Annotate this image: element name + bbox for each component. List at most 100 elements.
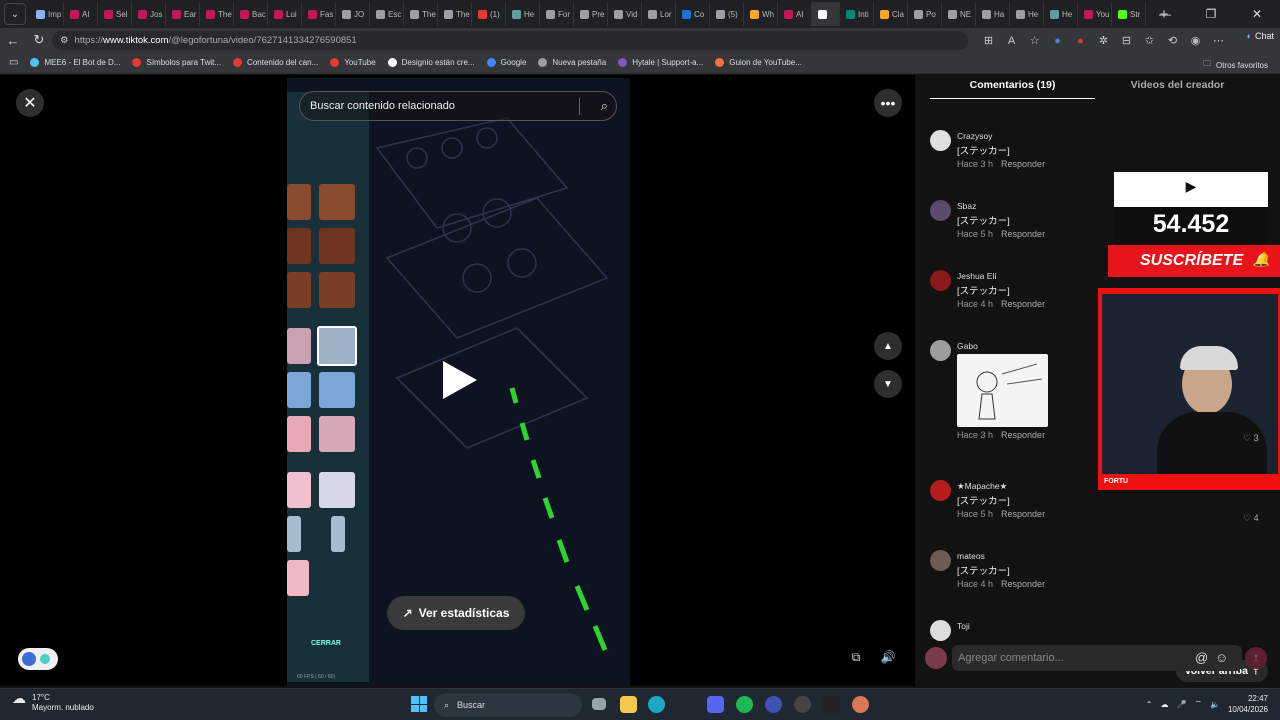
related-search-input[interactable]: Buscar contenido relacionado ⌕ <box>299 91 617 121</box>
browser-tab[interactable]: NE <box>942 2 976 26</box>
commenter-avatar[interactable] <box>930 200 951 221</box>
extension-blue-icon[interactable]: ● <box>1047 30 1068 51</box>
history-icon[interactable]: ⟲ <box>1162 30 1183 51</box>
browser-tab[interactable]: Po <box>908 2 942 26</box>
browser-tab[interactable]: Bac <box>234 2 268 26</box>
favorites-icon[interactable]: ✩ <box>1139 30 1160 51</box>
browser-tab[interactable]: Fas <box>302 2 336 26</box>
reload-icon[interactable]: ↻ <box>26 29 52 51</box>
obs-icon[interactable] <box>794 696 811 713</box>
windows-start-icon[interactable] <box>411 696 427 712</box>
commenter-avatar[interactable] <box>930 340 951 361</box>
copilot-chat-button[interactable]: ◐ Chat <box>1247 31 1274 41</box>
reply-button[interactable]: Responder <box>1001 430 1045 440</box>
browser-tab[interactable]: He <box>1010 2 1044 26</box>
restore-icon[interactable]: ❐ <box>1188 0 1234 28</box>
volume-icon[interactable]: 🔊 <box>876 645 900 669</box>
commenter-avatar[interactable] <box>930 480 951 501</box>
browser-tab[interactable]: For <box>540 2 574 26</box>
browser-tab[interactable]: He <box>506 2 540 26</box>
browser-tab[interactable]: Str <box>1112 2 1146 26</box>
more-menu-icon[interactable]: ⋯ <box>1208 30 1229 51</box>
browser-tab[interactable]: Pre <box>574 2 608 26</box>
browser-tab[interactable]: Ha <box>976 2 1010 26</box>
app-icon[interactable] <box>765 696 782 713</box>
network-icon[interactable]: ☁ <box>1160 700 1168 709</box>
commenter-name[interactable]: Sbaz <box>957 201 976 211</box>
site-info-icon[interactable]: ⚙ <box>60 35 69 46</box>
like-count[interactable]: ♡ 4 <box>1243 513 1259 524</box>
browser-tab[interactable]: Jos <box>132 2 166 26</box>
tab-search-button[interactable]: ⌄ <box>4 3 26 25</box>
claude-icon[interactable] <box>852 696 869 713</box>
close-video-button[interactable]: ✕ <box>16 89 44 117</box>
commenter-name[interactable]: Jeshua Elí <box>957 271 997 281</box>
tab-actions-icon[interactable]: ▭ <box>9 57 18 68</box>
wifi-icon[interactable]: ⌔ <box>1194 699 1202 709</box>
bookmark-item[interactable]: Nueva pestaña <box>538 58 606 67</box>
weather-widget[interactable]: ☁ 17°C Mayorm. nublado <box>12 691 94 713</box>
bookmark-item[interactable]: Hytale | Support-a... <box>618 58 703 67</box>
translate-icon[interactable]: ⊞ <box>978 30 999 51</box>
task-view-icon[interactable] <box>592 698 606 710</box>
tab-creator-videos[interactable]: Videos del creador <box>1095 75 1260 99</box>
extension-color-icon[interactable]: ● <box>1070 30 1091 51</box>
send-comment-button[interactable]: ↑ <box>1245 647 1267 669</box>
reply-button[interactable]: Responder <box>1001 579 1045 589</box>
browser-tab[interactable]: Wh <box>744 2 778 26</box>
spotify-icon[interactable] <box>736 696 753 713</box>
url-field[interactable]: ⚙ https://www.tiktok.com/@legofortuna/vi… <box>52 31 968 50</box>
commenter-name[interactable]: Crazysoy <box>957 131 992 141</box>
browser-tab[interactable]: Vid <box>608 2 642 26</box>
reply-button[interactable]: Responder <box>1001 509 1045 519</box>
commenter-name[interactable]: ★Mapache★ <box>957 481 1007 492</box>
browser-tab[interactable]: AI <box>64 2 98 26</box>
more-options-button[interactable]: ••• <box>874 89 902 117</box>
extensions-icon[interactable]: ✲ <box>1093 30 1114 51</box>
commenter-name[interactable]: Gabo <box>957 341 978 351</box>
speaker-icon[interactable]: 🔈 <box>1210 700 1220 709</box>
reply-button[interactable]: Responder <box>1001 159 1045 169</box>
tray-chevron-icon[interactable]: ⌃ <box>1146 700 1153 709</box>
commenter-avatar[interactable] <box>930 130 951 151</box>
bookmark-item[interactable]: Guion de YouTube... <box>715 58 802 67</box>
extension-toggle[interactable] <box>18 648 58 670</box>
reply-button[interactable]: Responder <box>1001 229 1045 239</box>
browser-tab[interactable]: You <box>1078 2 1112 26</box>
bookmark-item[interactable]: Símbolos para Twit... <box>132 58 221 67</box>
commenter-avatar[interactable] <box>930 620 951 641</box>
browser-tab[interactable]: Ear <box>166 2 200 26</box>
terminal-icon[interactable] <box>823 696 840 713</box>
browser-tab[interactable]: The <box>200 2 234 26</box>
taskbar-search[interactable]: ⌕ Buscar <box>434 693 582 717</box>
clock[interactable]: 22:47 10/04/2026 <box>1228 693 1268 715</box>
browser-tab[interactable]: The <box>404 2 438 26</box>
reply-button[interactable]: Responder <box>1001 299 1045 309</box>
search-icon[interactable]: ⌕ <box>601 98 608 114</box>
browser-tab[interactable] <box>812 2 840 26</box>
browser-tab[interactable]: Lor <box>642 2 676 26</box>
pip-icon[interactable]: ⧉ <box>844 645 868 669</box>
browser-tab[interactable]: Lui <box>268 2 302 26</box>
bookmark-item[interactable]: Google <box>486 58 526 67</box>
bookmark-item[interactable]: Contenido del can... <box>233 58 318 67</box>
bookmark-item[interactable]: YouTube <box>330 58 376 67</box>
view-stats-button[interactable]: ↗ Ver estadísticas <box>387 596 525 630</box>
browser-tab[interactable]: The <box>438 2 472 26</box>
play-icon[interactable] <box>443 361 477 399</box>
browser-tab[interactable]: (1) <box>472 2 506 26</box>
commenter-name[interactable]: mateos <box>957 551 985 561</box>
minimize-icon[interactable]: — <box>1142 0 1188 28</box>
mic-icon[interactable]: 🎤 <box>1176 700 1186 709</box>
browser-tab[interactable]: Imp <box>30 2 64 26</box>
star-icon[interactable]: ☆ <box>1024 30 1045 51</box>
browser-tab[interactable]: AI <box>778 2 812 26</box>
browser-tab[interactable]: Esc <box>370 2 404 26</box>
browser-tab[interactable]: (5) <box>710 2 744 26</box>
close-window-icon[interactable]: ✕ <box>1234 0 1280 28</box>
read-aloud-icon[interactable]: A <box>1001 30 1022 51</box>
profile-avatar[interactable]: ◉ <box>1185 30 1206 51</box>
file-explorer-icon[interactable] <box>620 696 637 713</box>
split-screen-icon[interactable]: ⊟ <box>1116 30 1137 51</box>
tab-comments[interactable]: Comentarios (19) <box>930 75 1095 99</box>
